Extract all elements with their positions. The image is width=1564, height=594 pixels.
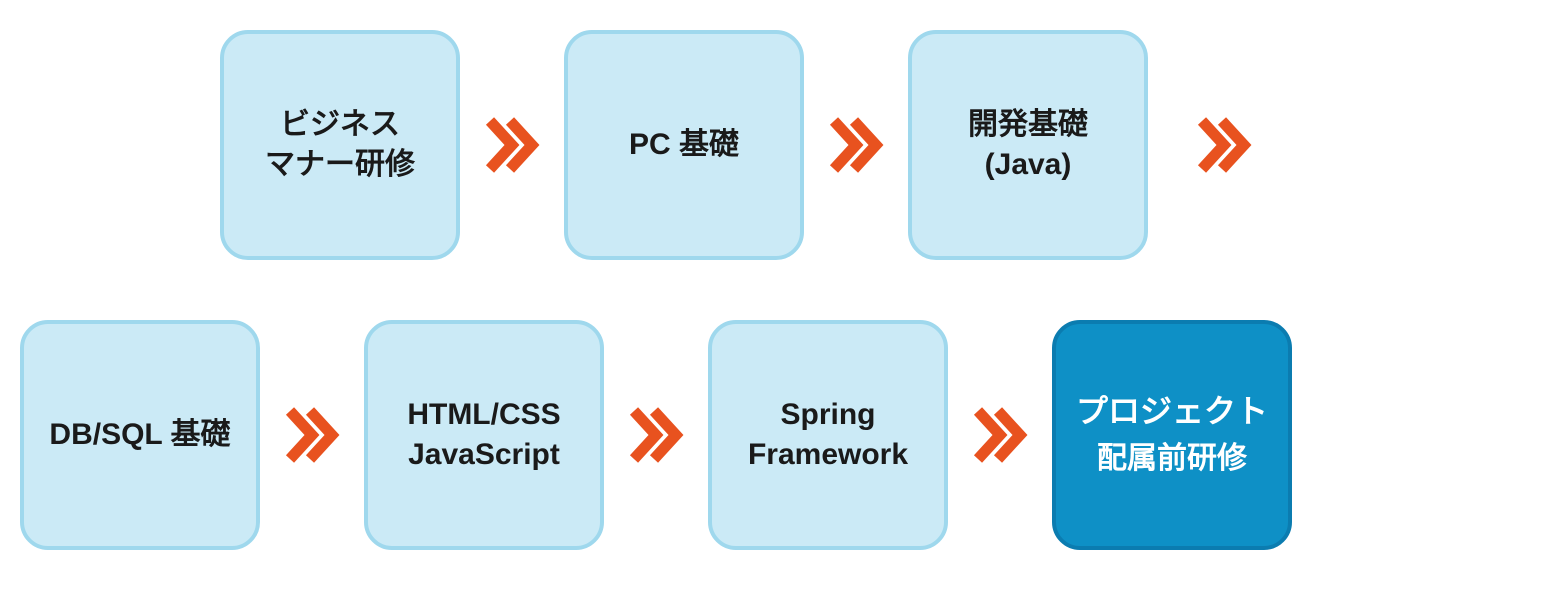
flow-card-pc-basics: PC 基礎 (564, 30, 804, 260)
flow-card-spring-framework: Spring Framework (708, 320, 948, 550)
flow-card-project-preassignment: プロジェクト 配属前研修 (1052, 320, 1292, 550)
card-label-line2: Framework (748, 435, 908, 476)
flow-row-2: DB/SQL 基礎 HTML/CSS JavaScript Spring Fra… (20, 320, 1544, 550)
training-flow-diagram: ビジネス マナー研修 PC 基礎 開発基礎 (Java) (20, 30, 1544, 550)
flow-card-business-manner: ビジネス マナー研修 (220, 30, 460, 260)
arrow-icon (484, 117, 540, 173)
flow-row-1: ビジネス マナー研修 PC 基礎 開発基礎 (Java) (20, 30, 1544, 260)
card-label-line2: (Java) (985, 145, 1072, 186)
arrow-icon (628, 407, 684, 463)
card-label-line1: Spring (781, 395, 876, 436)
card-label-line1: プロジェクト (1076, 390, 1268, 433)
arrow-icon (828, 117, 884, 173)
flow-card-html-css-js: HTML/CSS JavaScript (364, 320, 604, 550)
card-label-line2: JavaScript (408, 435, 560, 476)
card-label-line1: 開発基礎 (968, 105, 1088, 146)
arrow-icon (284, 407, 340, 463)
card-label-line2: 配属前研修 (1097, 439, 1247, 480)
flow-card-db-sql: DB/SQL 基礎 (20, 320, 260, 550)
card-label-line1: DB/SQL 基礎 (49, 415, 230, 456)
arrow-icon (972, 407, 1028, 463)
flow-card-dev-basics-java: 開発基礎 (Java) (908, 30, 1148, 260)
card-label-line1: HTML/CSS (407, 395, 560, 436)
card-label-line2: マナー研修 (265, 145, 415, 186)
arrow-icon (1196, 117, 1252, 173)
card-label-line1: PC 基礎 (629, 125, 739, 166)
card-label-line1: ビジネス (280, 105, 400, 146)
